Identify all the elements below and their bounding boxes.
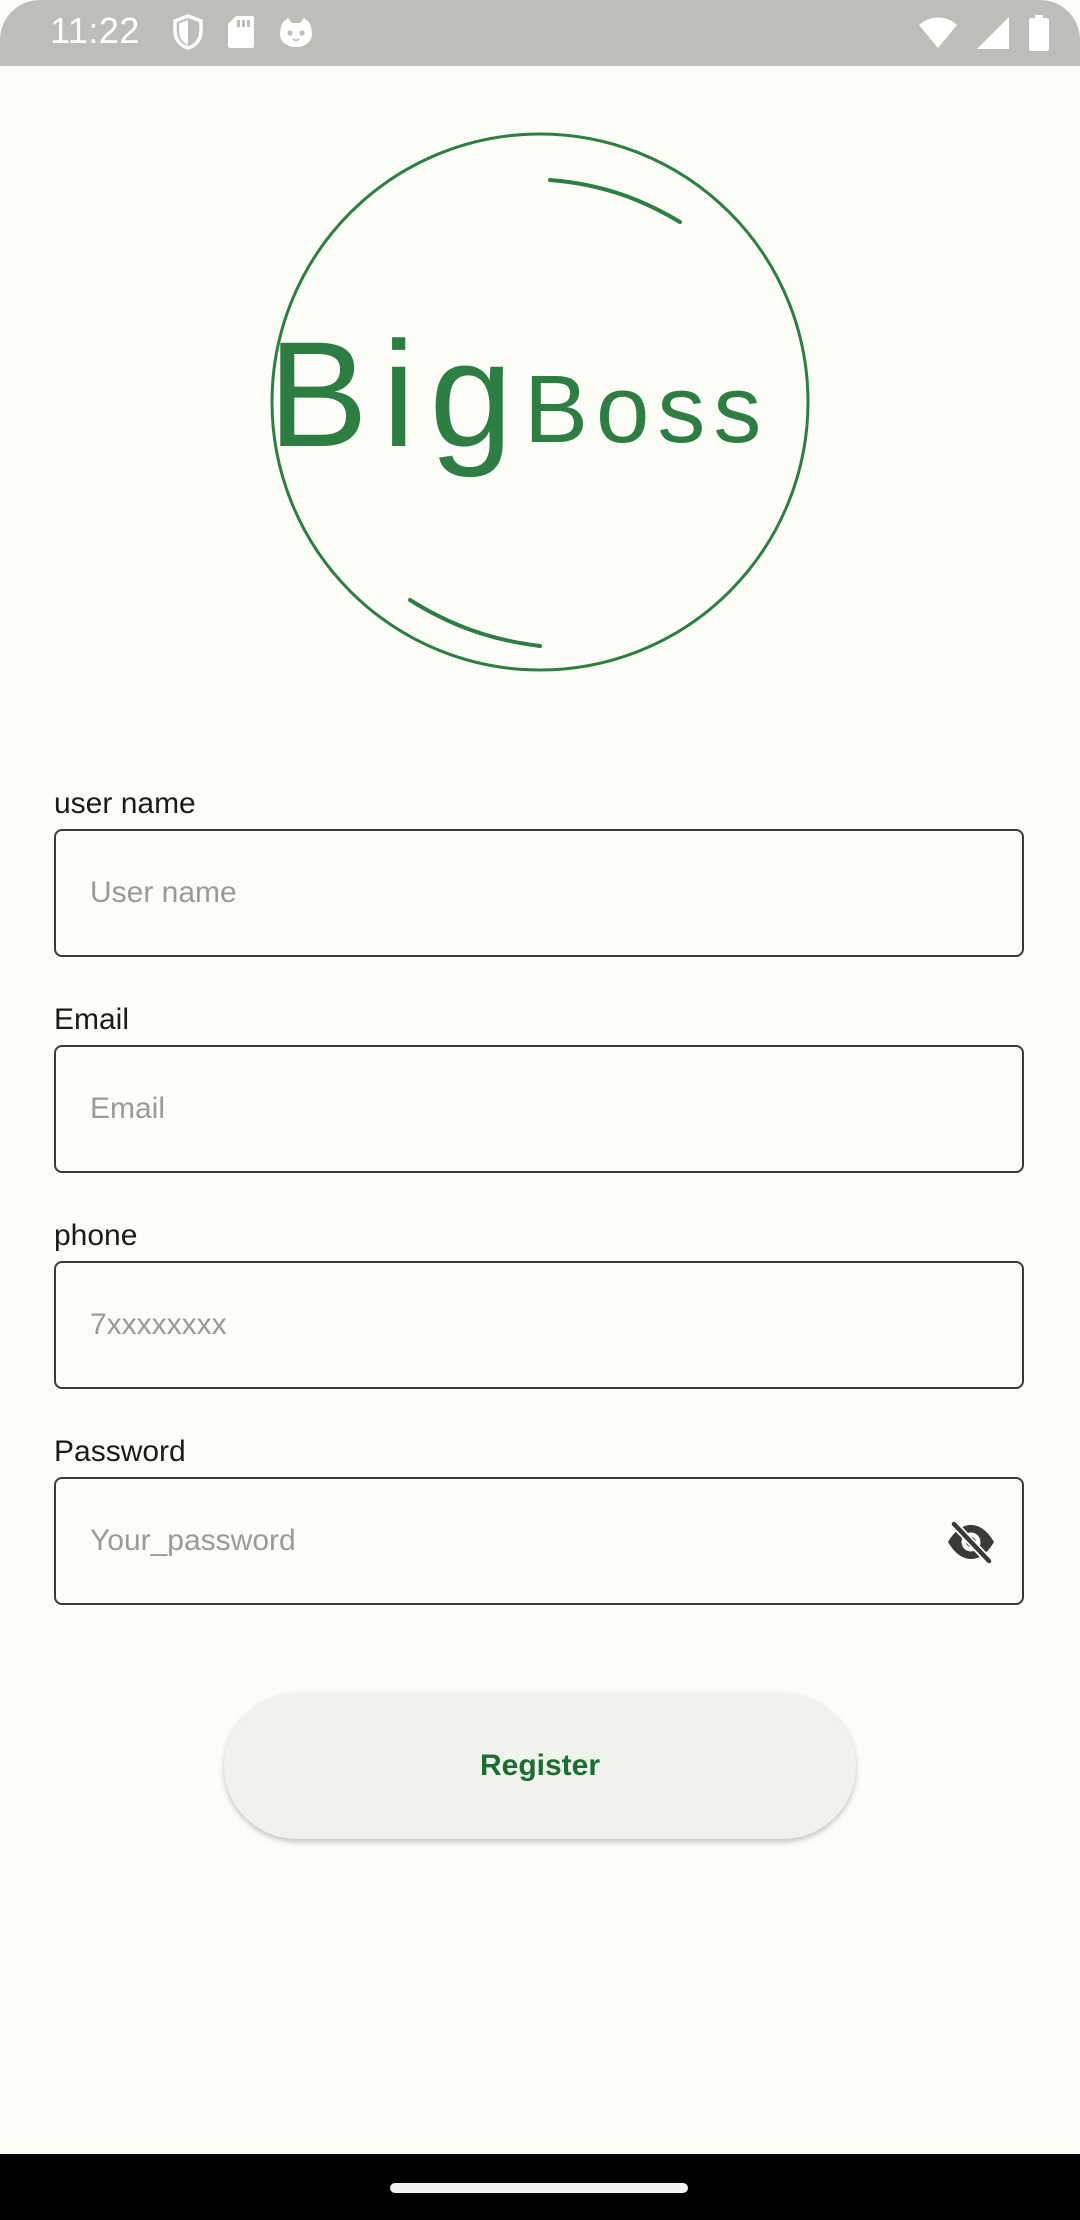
navigation-bar [0,2154,1080,2220]
username-input[interactable] [90,831,950,955]
bigboss-logo: Big Boss [260,130,820,690]
cellular-signal-icon [976,16,1010,50]
sd-card-icon [226,14,256,50]
status-right-icons [918,15,1050,51]
status-left-icons [172,14,314,50]
phone-input[interactable] [90,1263,950,1387]
email-field[interactable] [54,1045,1024,1173]
wifi-icon [918,16,958,50]
status-bar: 11:22 [0,0,1080,66]
password-label: Password [54,1435,186,1468]
register-button[interactable]: Register [224,1693,856,1839]
phone-label: phone [54,1219,138,1252]
eye-off-icon[interactable] [946,1519,996,1565]
home-gesture-handle[interactable] [390,2183,688,2193]
email-label: Email [54,1003,130,1036]
status-time: 11:22 [50,10,140,51]
logo-text-boss: Boss [524,356,769,463]
battery-icon [1028,15,1050,51]
logo-text-big: Big [268,310,527,478]
shield-icon [172,14,204,50]
cat-face-icon [278,14,314,50]
phone-field[interactable] [54,1261,1024,1389]
username-field[interactable] [54,829,1024,957]
password-input[interactable] [90,1479,870,1603]
username-label: user name [54,787,196,820]
email-input[interactable] [90,1047,950,1171]
password-field[interactable] [54,1477,1024,1605]
